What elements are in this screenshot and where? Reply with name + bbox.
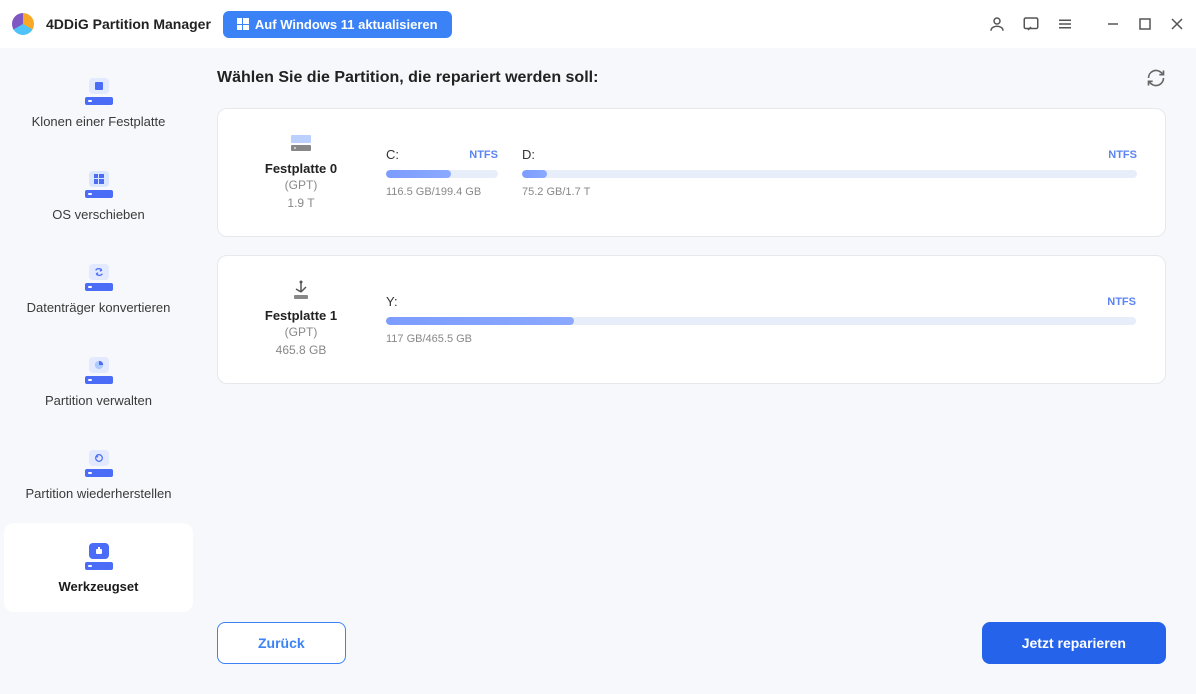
sidebar-item-convert[interactable]: Datenträger konvertieren <box>4 244 193 333</box>
disk-size: 1.9 T <box>287 194 314 212</box>
migrate-os-icon <box>82 169 116 199</box>
partition-size: 75.2 GB/1.7 T <box>522 186 1137 198</box>
sidebar-item-manage[interactable]: Partition verwalten <box>4 337 193 426</box>
page-heading: Wählen Sie die Partition, die repariert … <box>217 69 598 87</box>
main-panel: Wählen Sie die Partition, die repariert … <box>197 48 1196 694</box>
partitions-row: Y: NTFS 117 GB/465.5 GB <box>386 294 1137 345</box>
minimize-icon[interactable] <box>1106 17 1120 31</box>
feedback-icon[interactable] <box>1022 15 1040 33</box>
partition[interactable]: Y: NTFS 117 GB/465.5 GB <box>386 294 1136 345</box>
upgrade-windows-button[interactable]: Auf Windows 11 aktualisieren <box>223 11 452 38</box>
sidebar-item-toolkit[interactable]: Werkzeugset <box>4 523 193 612</box>
partition-usage-bar <box>386 170 498 178</box>
app-logo <box>12 13 34 35</box>
sidebar-item-recover[interactable]: Partition wiederherstellen <box>4 430 193 519</box>
titlebar: 4DDiG Partition Manager Auf Windows 11 a… <box>0 0 1196 48</box>
refresh-icon[interactable] <box>1146 68 1166 88</box>
disk-card[interactable]: Festplatte 1(GPT)465.8 GB Y: NTFS 117 GB/46… <box>217 255 1166 384</box>
manage-partition-icon <box>82 355 116 385</box>
partition-usage-bar <box>386 317 1136 325</box>
windows-icon <box>237 18 249 30</box>
partition-fs: NTFS <box>1108 149 1137 161</box>
disk-scheme: (GPT) <box>285 323 318 341</box>
recover-partition-icon <box>82 448 116 478</box>
partition[interactable]: C: NTFS 116.5 GB/199.4 GB <box>386 147 498 198</box>
partition-size: 116.5 GB/199.4 GB <box>386 186 498 198</box>
user-icon[interactable] <box>988 15 1006 33</box>
sidebar-item-label: Partition verwalten <box>45 393 152 408</box>
upgrade-label: Auf Windows 11 aktualisieren <box>255 17 438 32</box>
menu-icon[interactable] <box>1056 15 1074 33</box>
sidebar-item-label: Datenträger konvertieren <box>27 300 171 315</box>
disk-name: Festplatte 0 <box>265 161 337 176</box>
partition[interactable]: D: NTFS 75.2 GB/1.7 T <box>522 147 1137 198</box>
disk-scheme: (GPT) <box>285 176 318 194</box>
partition-letter: Y: <box>386 294 398 309</box>
disk-icon <box>288 280 314 300</box>
partition-size: 117 GB/465.5 GB <box>386 333 1136 345</box>
sidebar-item-label: Werkzeugset <box>59 579 139 594</box>
sidebar-item-migrate[interactable]: OS verschieben <box>4 151 193 240</box>
app-title: 4DDiG Partition Manager <box>46 16 211 32</box>
partition-letter: D: <box>522 147 535 162</box>
back-button[interactable]: Zurück <box>217 622 346 664</box>
titlebar-icons <box>988 15 1184 33</box>
sidebar-item-clone[interactable]: Klonen einer Festplatte <box>4 58 193 147</box>
toolkit-icon <box>82 541 116 571</box>
repair-now-button[interactable]: Jetzt reparieren <box>982 622 1166 664</box>
partition-fs: NTFS <box>469 149 498 161</box>
disk-card[interactable]: Festplatte 0(GPT)1.9 T C: NTFS 116.5 GB/199… <box>217 108 1166 237</box>
convert-disk-icon <box>82 262 116 292</box>
disk-name: Festplatte 1 <box>265 308 337 323</box>
disk-size: 465.8 GB <box>276 341 327 359</box>
partition-usage-bar <box>522 170 1137 178</box>
partition-letter: C: <box>386 147 399 162</box>
sidebar-item-label: OS verschieben <box>52 207 145 222</box>
maximize-icon[interactable] <box>1138 17 1152 31</box>
partitions-row: C: NTFS 116.5 GB/199.4 GB D: NTFS 75.2 GB/1.7… <box>386 147 1137 198</box>
disk-info: Festplatte 1(GPT)465.8 GB <box>246 280 356 359</box>
sidebar: Klonen einer Festplatte OS verschieben D… <box>0 48 197 694</box>
partition-fs: NTFS <box>1107 296 1136 308</box>
sidebar-item-label: Partition wiederherstellen <box>26 486 172 501</box>
clone-disk-icon <box>82 76 116 106</box>
disk-info: Festplatte 0(GPT)1.9 T <box>246 133 356 212</box>
close-icon[interactable] <box>1170 17 1184 31</box>
window-controls <box>1106 17 1184 31</box>
sidebar-item-label: Klonen einer Festplatte <box>32 114 166 129</box>
disk-icon <box>288 133 314 153</box>
